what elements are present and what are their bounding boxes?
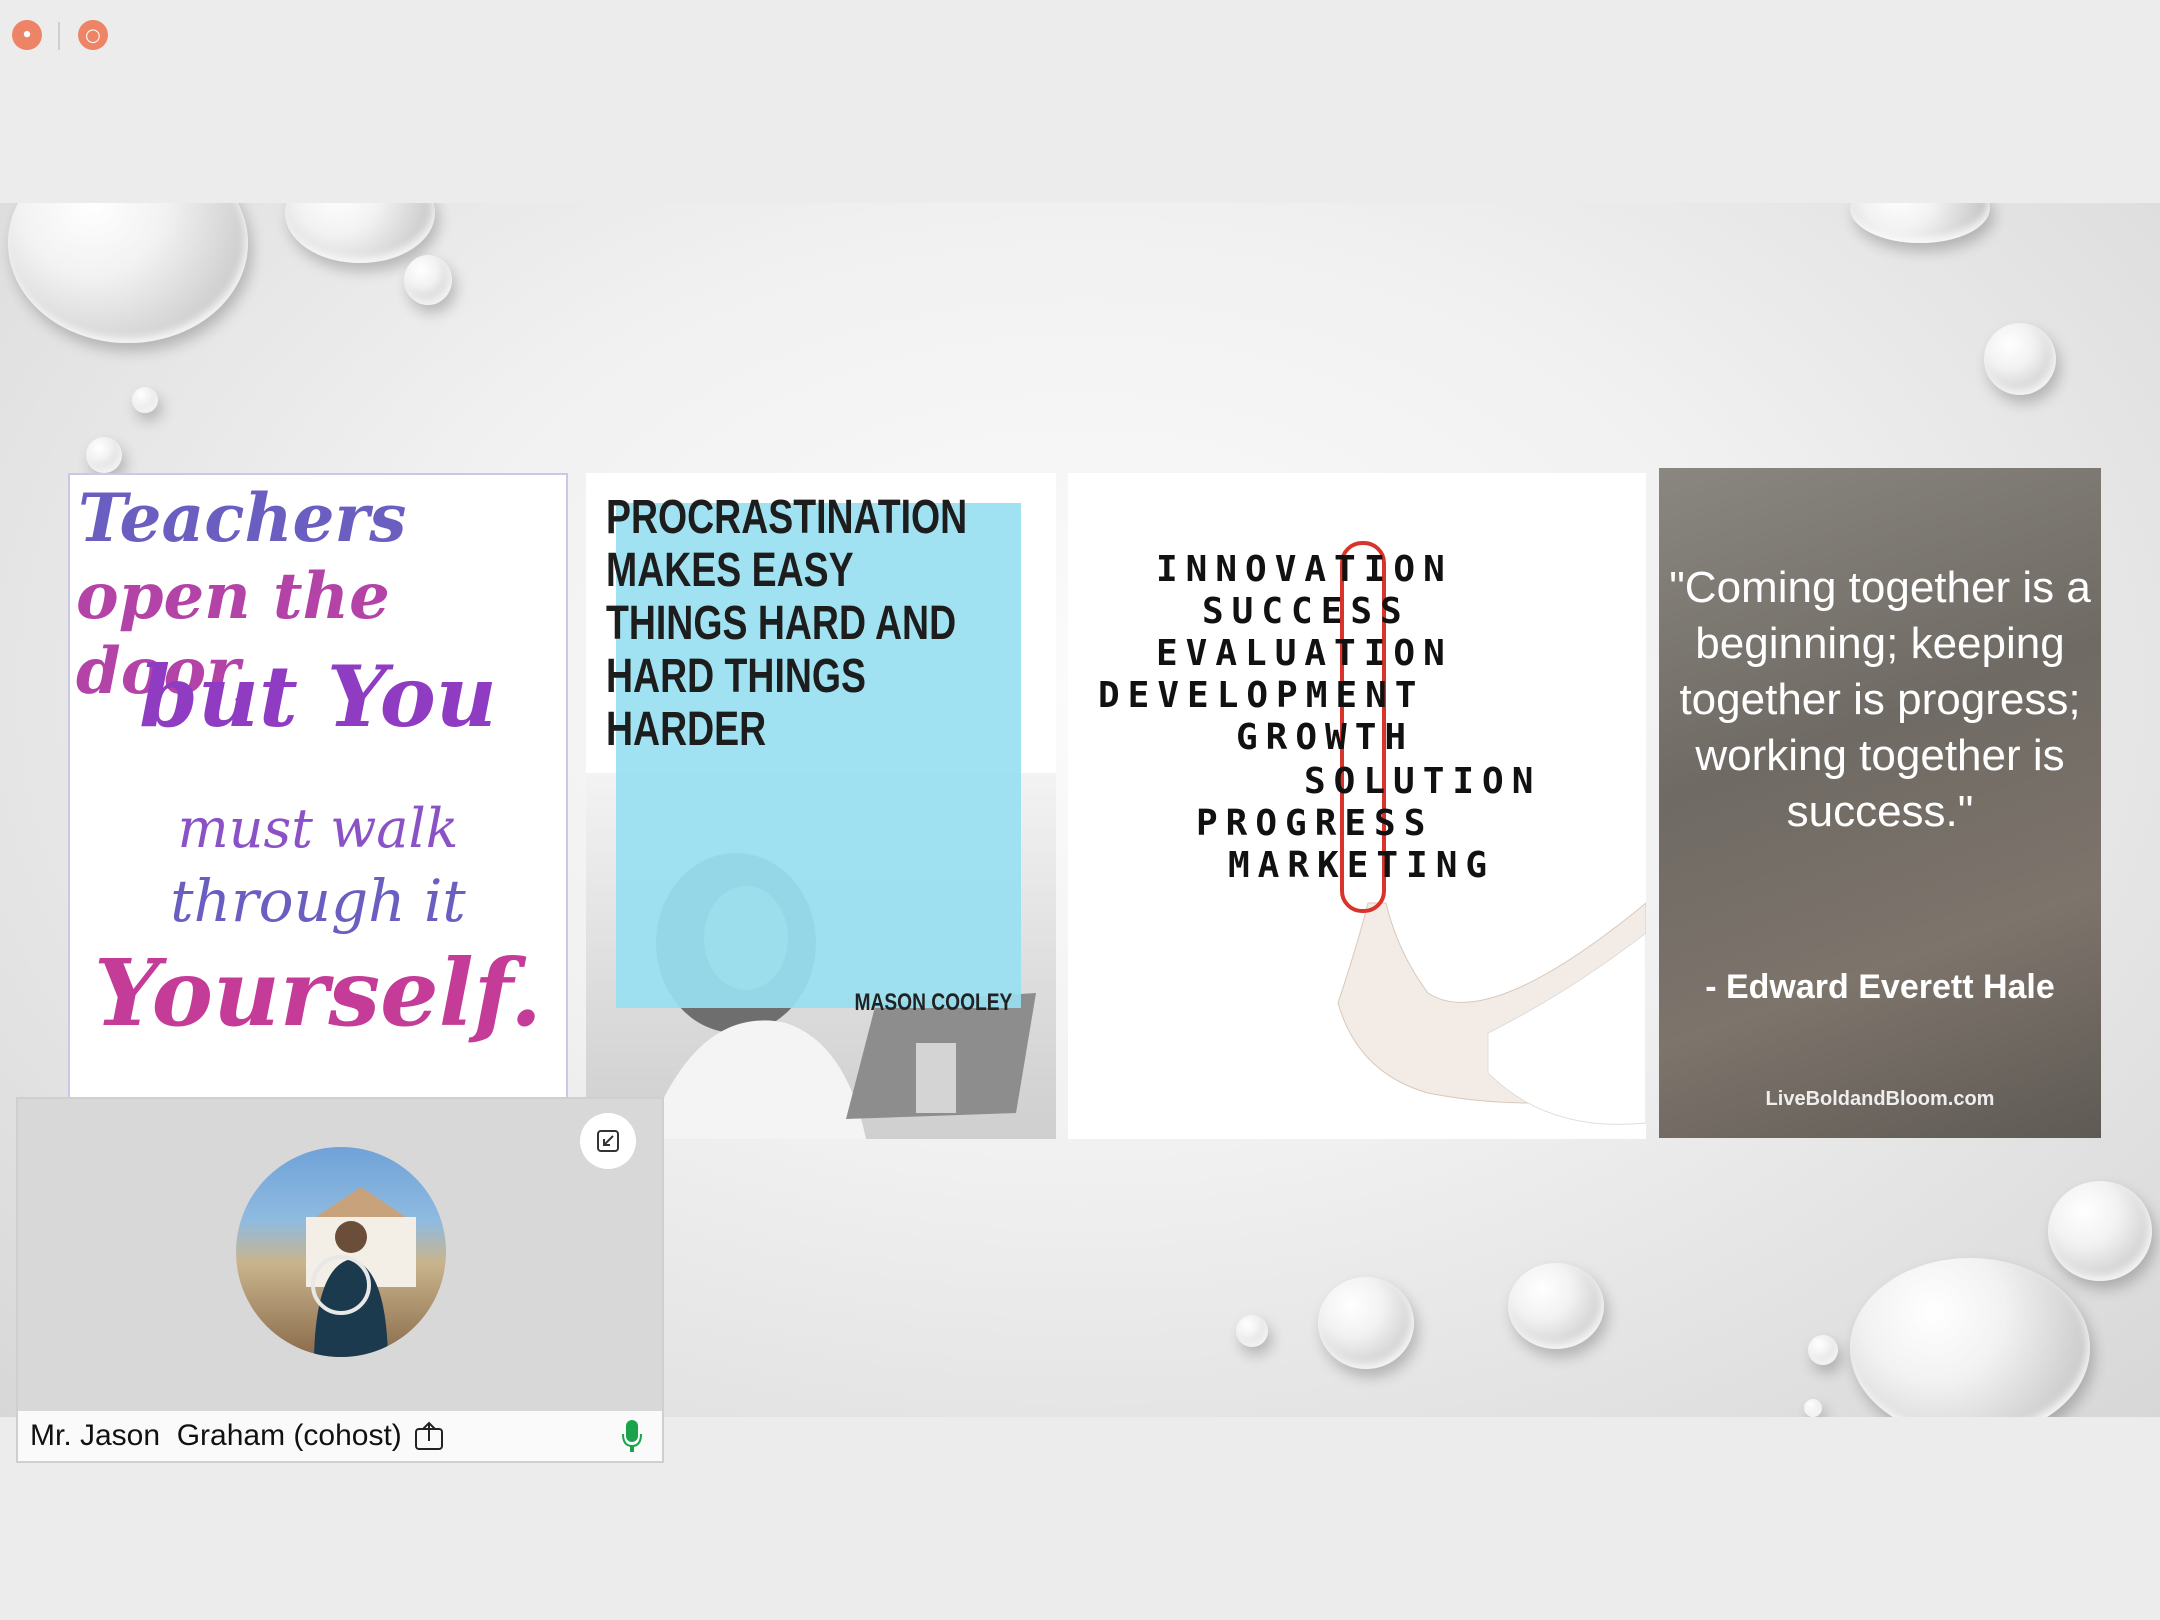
headline-line: MAKES EASY [606, 544, 854, 597]
quote-line: Yourself. [93, 939, 542, 1047]
water-drop [1984, 323, 2056, 395]
water-drop [132, 387, 158, 413]
procrastination-quote-image: PROCRASTINATION MAKES EASY THINGS HARD A… [586, 473, 1056, 1139]
water-drop [1804, 1399, 1822, 1417]
crossword-word: DEVELOPMENT [1098, 675, 1425, 716]
water-drop [1318, 1277, 1414, 1369]
stop-button[interactable]: ○ [78, 20, 108, 50]
quote-line: but You [139, 647, 497, 746]
quote-text: "Coming together is a beginning; keeping… [1669, 563, 2091, 836]
water-drop [1236, 1315, 1268, 1347]
author-label: MASON COOLEY [854, 989, 1012, 1016]
record-button[interactable]: • [12, 20, 42, 50]
water-drop [1808, 1335, 1838, 1365]
coming-together-quote-image: "Coming together is a beginning; keeping… [1659, 468, 2101, 1138]
participant-name-bar: Mr. Jason Graham (cohost) [18, 1411, 662, 1461]
quote-line: through it [170, 867, 466, 935]
headline-line: PROCRASTINATION [606, 491, 968, 544]
teamwork-crossword-image: INNOVATION SUCCESS EVALUATION DEVELOPMEN… [1068, 473, 1646, 1139]
minimize-video-button[interactable] [580, 1113, 636, 1169]
headline-line: THINGS HARD AND [606, 597, 957, 650]
quote-attribution: - Edward Everett Hale [1705, 968, 2055, 1006]
crossword-word: MARKETING [1228, 845, 1496, 886]
headline-line: HARD THINGS [606, 650, 866, 703]
toolbar-separator [58, 22, 60, 50]
headline-line: HARDER [606, 703, 767, 756]
water-drop [1850, 1258, 2090, 1417]
participant-photo [306, 1187, 416, 1357]
crossword-word: SUCCESS [1202, 591, 1410, 632]
water-drop [2048, 1181, 2152, 1281]
water-drop [86, 437, 122, 473]
quote-line: must walk [177, 797, 459, 860]
crossword-word: EVALUATION [1156, 633, 1453, 674]
crossword-word: PROGRESS [1196, 803, 1434, 844]
water-drop [1508, 1263, 1604, 1349]
water-drop [8, 203, 248, 343]
water-drop [404, 255, 452, 305]
water-drop [285, 203, 435, 263]
teachers-quote-image: Teachers open the door, but You must wal… [68, 473, 568, 1103]
minimize-icon [597, 1130, 619, 1152]
participant-name: Mr. Jason Graham (cohost) [30, 1419, 402, 1452]
crossword-word: SOLUTION [1304, 761, 1542, 802]
water-drop [1850, 203, 1990, 243]
source-website: LiveBoldandBloom.com [1765, 1088, 1995, 1110]
microphone-icon[interactable] [620, 1418, 644, 1454]
avatar [236, 1147, 446, 1357]
share-screen-icon [414, 1421, 443, 1450]
quote-line: Teachers [78, 479, 407, 557]
crossword-word: INNOVATION [1156, 549, 1453, 590]
procrastination-headline: PROCRASTINATION MAKES EASY THINGS HARD A… [606, 491, 968, 756]
participant-video-tile[interactable]: Mr. Jason Graham (cohost) [16, 1097, 664, 1463]
crossword-word: GROWTH [1236, 717, 1415, 758]
